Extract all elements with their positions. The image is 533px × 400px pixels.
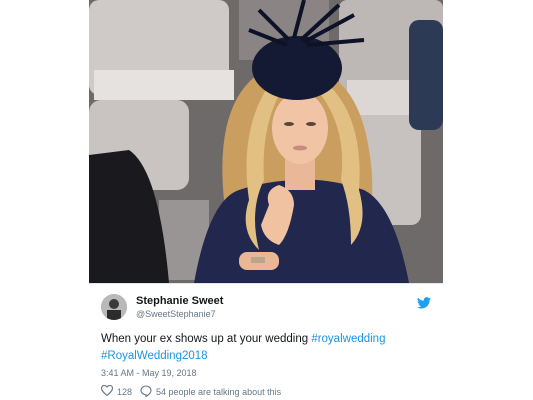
like-action[interactable]: 128 [100,384,133,398]
avatar[interactable] [101,294,127,320]
tweet-header: Stephanie Sweet @SweetStephanie7 [101,294,431,322]
hashtag-link[interactable]: #RoyalWedding2018 [101,350,208,362]
tweet-text: When your ex shows up at your wedding #r… [101,331,431,365]
reply-count-text: 54 people are talking about this [156,387,282,397]
comment-bubble-icon [140,385,152,399]
tweet-photo[interactable] [89,0,443,284]
hashtag-link[interactable]: #royalwedding [311,333,385,345]
reply-action[interactable]: 54 people are talking about this [140,385,281,399]
like-count: 128 [117,386,133,397]
tweet-text-plain: When your ex shows up at your wedding [101,333,312,345]
tweet-card: Stephanie Sweet @SweetStephanie7 When yo… [89,0,443,400]
display-name[interactable]: Stephanie Sweet [136,295,223,307]
heart-icon [100,384,114,398]
user-handle[interactable]: @SweetStephanie7 [136,309,216,319]
avatar-image [101,294,127,320]
tweet-timestamp[interactable]: 3:41 AM - May 19, 2018 [101,368,197,378]
twitter-bird-icon[interactable] [417,296,431,309]
photo-illustration [89,0,443,283]
tweet-actions: 128 54 people are talking about this [100,384,431,399]
